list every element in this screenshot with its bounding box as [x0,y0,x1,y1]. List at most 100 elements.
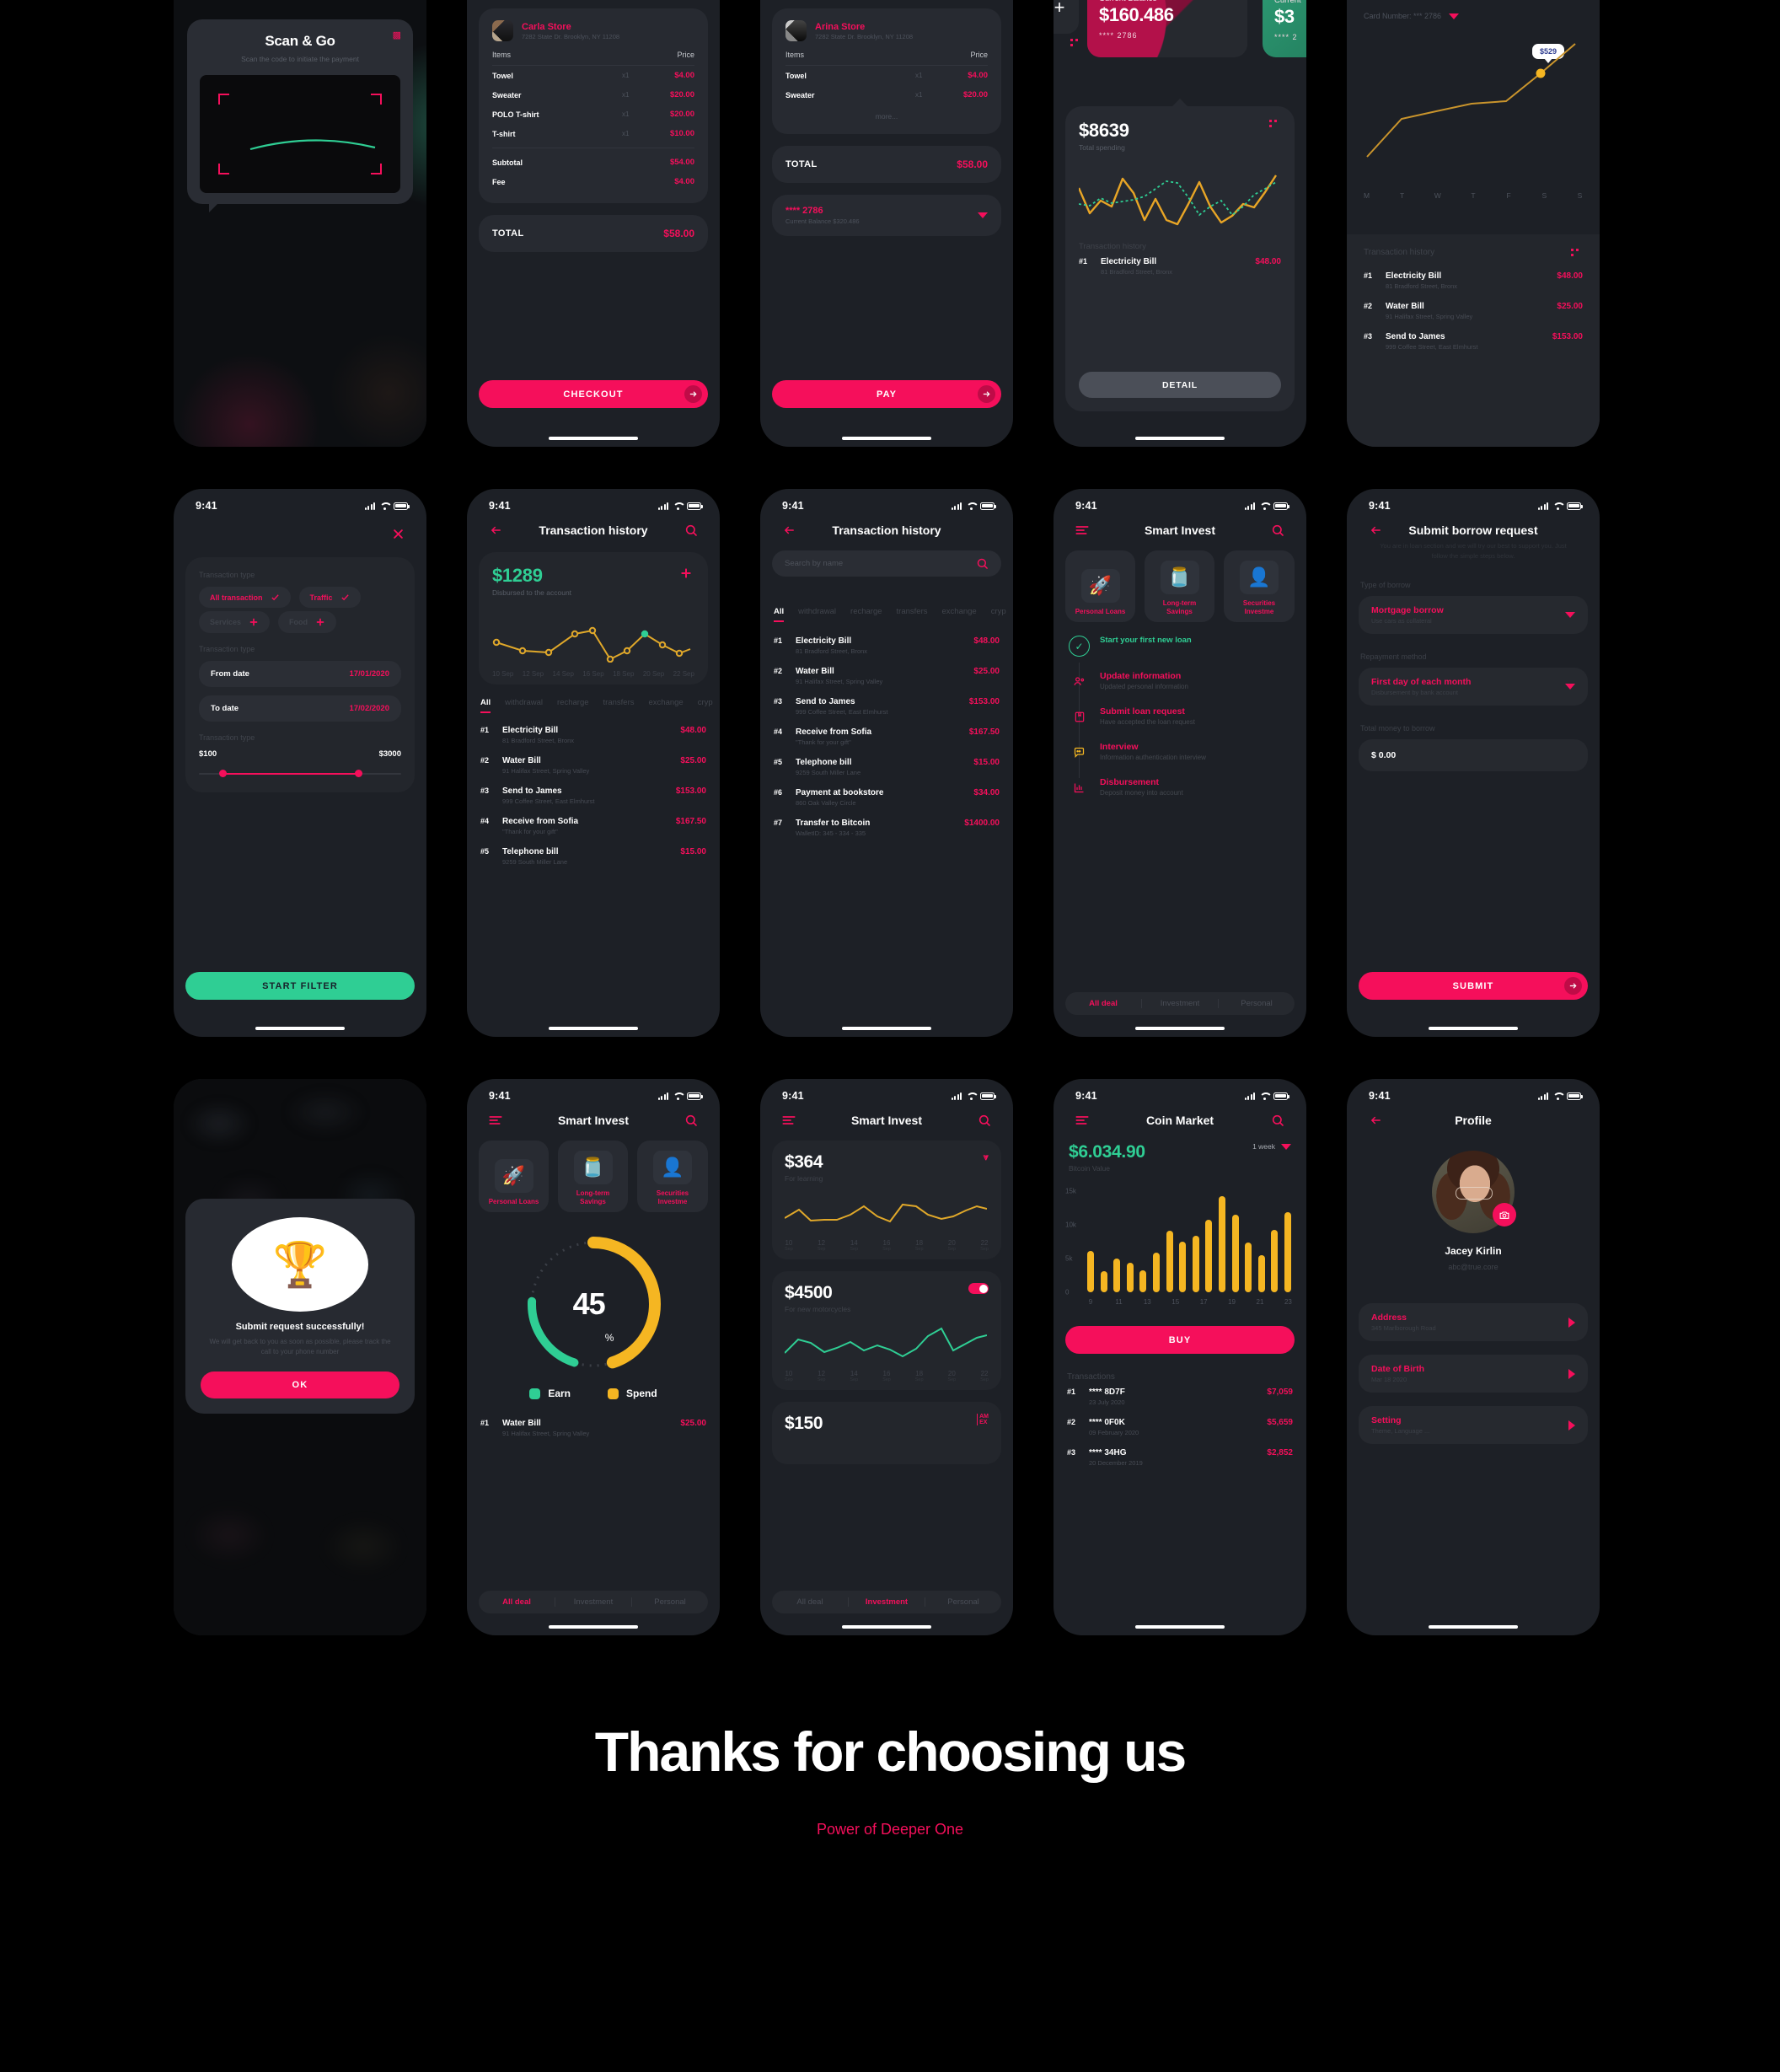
invest-card-personal-loans[interactable]: 🚀 Personal Loans [1065,550,1135,622]
transaction-row[interactable]: #4 Receive from Sofia "Thank for your gift… [480,811,706,841]
profile-row-setting[interactable]: Setting Theme, Language ... [1359,1406,1588,1444]
slider-knob-min[interactable] [219,770,227,777]
card-selector[interactable]: **** 2786 Current Balance $320.486 [772,195,1001,236]
amount-slider[interactable] [199,769,401,779]
search-icon[interactable] [683,522,700,539]
transaction-row[interactable]: #2 **** 0F0K 09 February 2020 $5,659 [1067,1412,1293,1442]
profile-row-address[interactable]: Address 345 Marlborough Road [1359,1303,1588,1341]
checkout-button[interactable]: CHECKOUT [479,380,708,408]
search-icon[interactable] [1269,1112,1286,1129]
start-filter-button[interactable]: START FILTER [185,972,415,1000]
step-item[interactable]: Disbursement Deposit money into account [1069,777,1291,798]
type-of-borrow-select[interactable]: Mortgage borrow Use cars as collateral [1359,596,1588,635]
period-selector[interactable]: 1 week [1252,1142,1291,1151]
menu-dots-icon[interactable] [1571,249,1583,256]
transaction-row[interactable]: #3 Send to James 999 Coffee Street, East… [1364,326,1583,357]
toggle-icon[interactable] [968,1283,989,1294]
invest-card-long-term-savings[interactable]: 🫙 Long-term Savings [558,1141,628,1212]
invest-card-securities[interactable]: 👤 Securities Investme [637,1141,708,1212]
menu-icon[interactable] [1074,1112,1091,1129]
buy-button[interactable]: BUY [1065,1326,1295,1354]
tab-transfers[interactable]: transfers [603,698,635,713]
card-number-selector[interactable]: Card Number: *** 2786 [1347,0,1600,20]
plus-icon[interactable] [678,565,694,582]
transaction-row[interactable]: #4 Receive from Sofia "Thank for your gift… [774,722,1000,752]
menu-icon[interactable] [780,1112,797,1129]
close-icon[interactable] [389,525,406,542]
segment-investment[interactable]: Investment [849,1597,925,1607]
invest-money-card[interactable]: $4500 For new motorcycles 10 Sep 12 Sep 14… [772,1271,1001,1390]
segment-investment[interactable]: Investment [1142,999,1219,1008]
step-item[interactable]: Update information Updated personal info… [1069,671,1291,692]
from-date-field[interactable]: From date 17/01/2020 [199,661,401,687]
tab-all[interactable]: All [774,607,785,622]
segment-personal[interactable]: Personal [925,1597,1001,1607]
transaction-row[interactable]: #3 Send to James 999 Coffee Street, East E… [774,691,1000,722]
filter-chip-services[interactable]: Services [199,611,271,633]
to-date-field[interactable]: To date 17/02/2020 [199,695,401,722]
transaction-row[interactable]: #1 Electricity Bill 81 Bradford Street, Br… [480,720,706,750]
segment-investment[interactable]: Investment [555,1597,632,1607]
submit-button[interactable]: SUBMIT [1359,972,1588,1000]
segment-personal[interactable]: Personal [1219,999,1295,1008]
balance-card-primary[interactable]: Current Balance $160.486 **** 2786 [1087,0,1247,57]
tab-transfers[interactable]: transfers [897,607,928,622]
search-icon[interactable] [683,1112,700,1129]
transaction-row[interactable]: #6 Payment at bookstore 860 Oak Valley Cir… [774,782,1000,813]
segment-all-deal[interactable]: All deal [1065,999,1142,1008]
segment-personal[interactable]: Personal [632,1597,708,1607]
qr-code-icon[interactable]: ▩ [393,30,401,40]
scan-viewfinder[interactable] [200,75,400,193]
transaction-row[interactable]: #7 Transfer to Bitcoin WalletID: 345 - 334… [774,813,1000,843]
transaction-row[interactable]: #1 **** 8D7F 23 July 2020 $7,059 [1067,1382,1293,1412]
search-input[interactable]: Search by name [772,550,1001,577]
invest-card-personal-loans[interactable]: 🚀 Personal Loans [479,1141,549,1212]
menu-dots-icon[interactable] [1269,120,1281,127]
segment-all-deal[interactable]: All deal [772,1597,849,1607]
back-arrow-icon[interactable] [780,522,797,539]
repayment-select[interactable]: First day of each month Disbursement by … [1359,668,1588,706]
transaction-row[interactable]: #3 **** 34HG 20 December 2019 $2,852 [1067,1442,1293,1473]
filter-chip-all[interactable]: All transaction [199,587,291,608]
transaction-row[interactable]: #5 Telephone bill 9259 South Miller Lane $1… [480,841,706,872]
amount-input[interactable]: $ 0.00 [1359,739,1588,772]
transaction-row[interactable]: #1 Electricity Bill 81 Bradford Street, … [1364,266,1583,296]
invest-money-card[interactable]: $364 For learning ⩔ 10 Sep 12 Sep 14 Sep 16… [772,1141,1001,1259]
transaction-row[interactable]: #3 Send to James 999 Coffee Street, East E… [480,781,706,811]
more-items-label[interactable]: more... [785,105,988,122]
tab-crypto[interactable]: cryp [991,607,1006,622]
filter-chip-traffic[interactable]: Traffic [298,587,361,608]
back-arrow-icon[interactable] [1367,522,1384,539]
tab-exchange[interactable]: exchange [649,698,684,713]
tab-recharge[interactable]: recharge [850,607,882,622]
transaction-row[interactable]: #1 Water Bill 91 Halifax Street, Spring … [480,1413,706,1443]
profile-row-dob[interactable]: Date of Birth Mar 18 2020 [1359,1355,1588,1393]
transaction-row[interactable]: #2 Water Bill 91 Halifax Street, Spring Va… [774,661,1000,691]
invest-card-securities[interactable]: 👤 Securities Investme [1224,550,1295,622]
balance-card-secondary[interactable]: Current $3 **** 2 [1263,0,1306,57]
step-item[interactable]: Interview Information authentication int… [1069,742,1291,763]
menu-icon[interactable] [1074,522,1091,539]
add-card-button[interactable]: + [1054,0,1079,34]
tab-crypto[interactable]: cryp [698,698,713,713]
pay-button[interactable]: PAY [772,380,1001,408]
tab-exchange[interactable]: exchange [942,607,977,622]
tab-recharge[interactable]: recharge [557,698,589,713]
filter-chip-food[interactable]: Food [278,611,337,633]
tab-withdrawal[interactable]: withdrawal [798,607,836,622]
camera-icon[interactable] [1493,1203,1516,1227]
invest-card-long-term-savings[interactable]: 🫙 Long-term Savings [1145,550,1214,622]
tab-all[interactable]: All [480,698,491,713]
transaction-row[interactable]: #2 Water Bill 91 Halifax Street, Spring Va… [480,750,706,781]
step-item[interactable]: Submit loan request Have accepted the lo… [1069,706,1291,727]
ok-button[interactable]: OK [201,1371,399,1398]
search-icon[interactable] [976,1112,993,1129]
search-icon[interactable] [1269,522,1286,539]
transaction-row[interactable]: #1 Electricity Bill 81 Bradford Street, … [1079,251,1281,282]
back-arrow-icon[interactable] [487,522,504,539]
back-arrow-icon[interactable] [1367,1112,1384,1129]
detail-button[interactable]: DETAIL [1079,372,1281,398]
tab-withdrawal[interactable]: withdrawal [505,698,543,713]
step-item[interactable]: ✓ Start your first new loan [1069,636,1291,657]
slider-knob-max[interactable] [354,770,362,777]
